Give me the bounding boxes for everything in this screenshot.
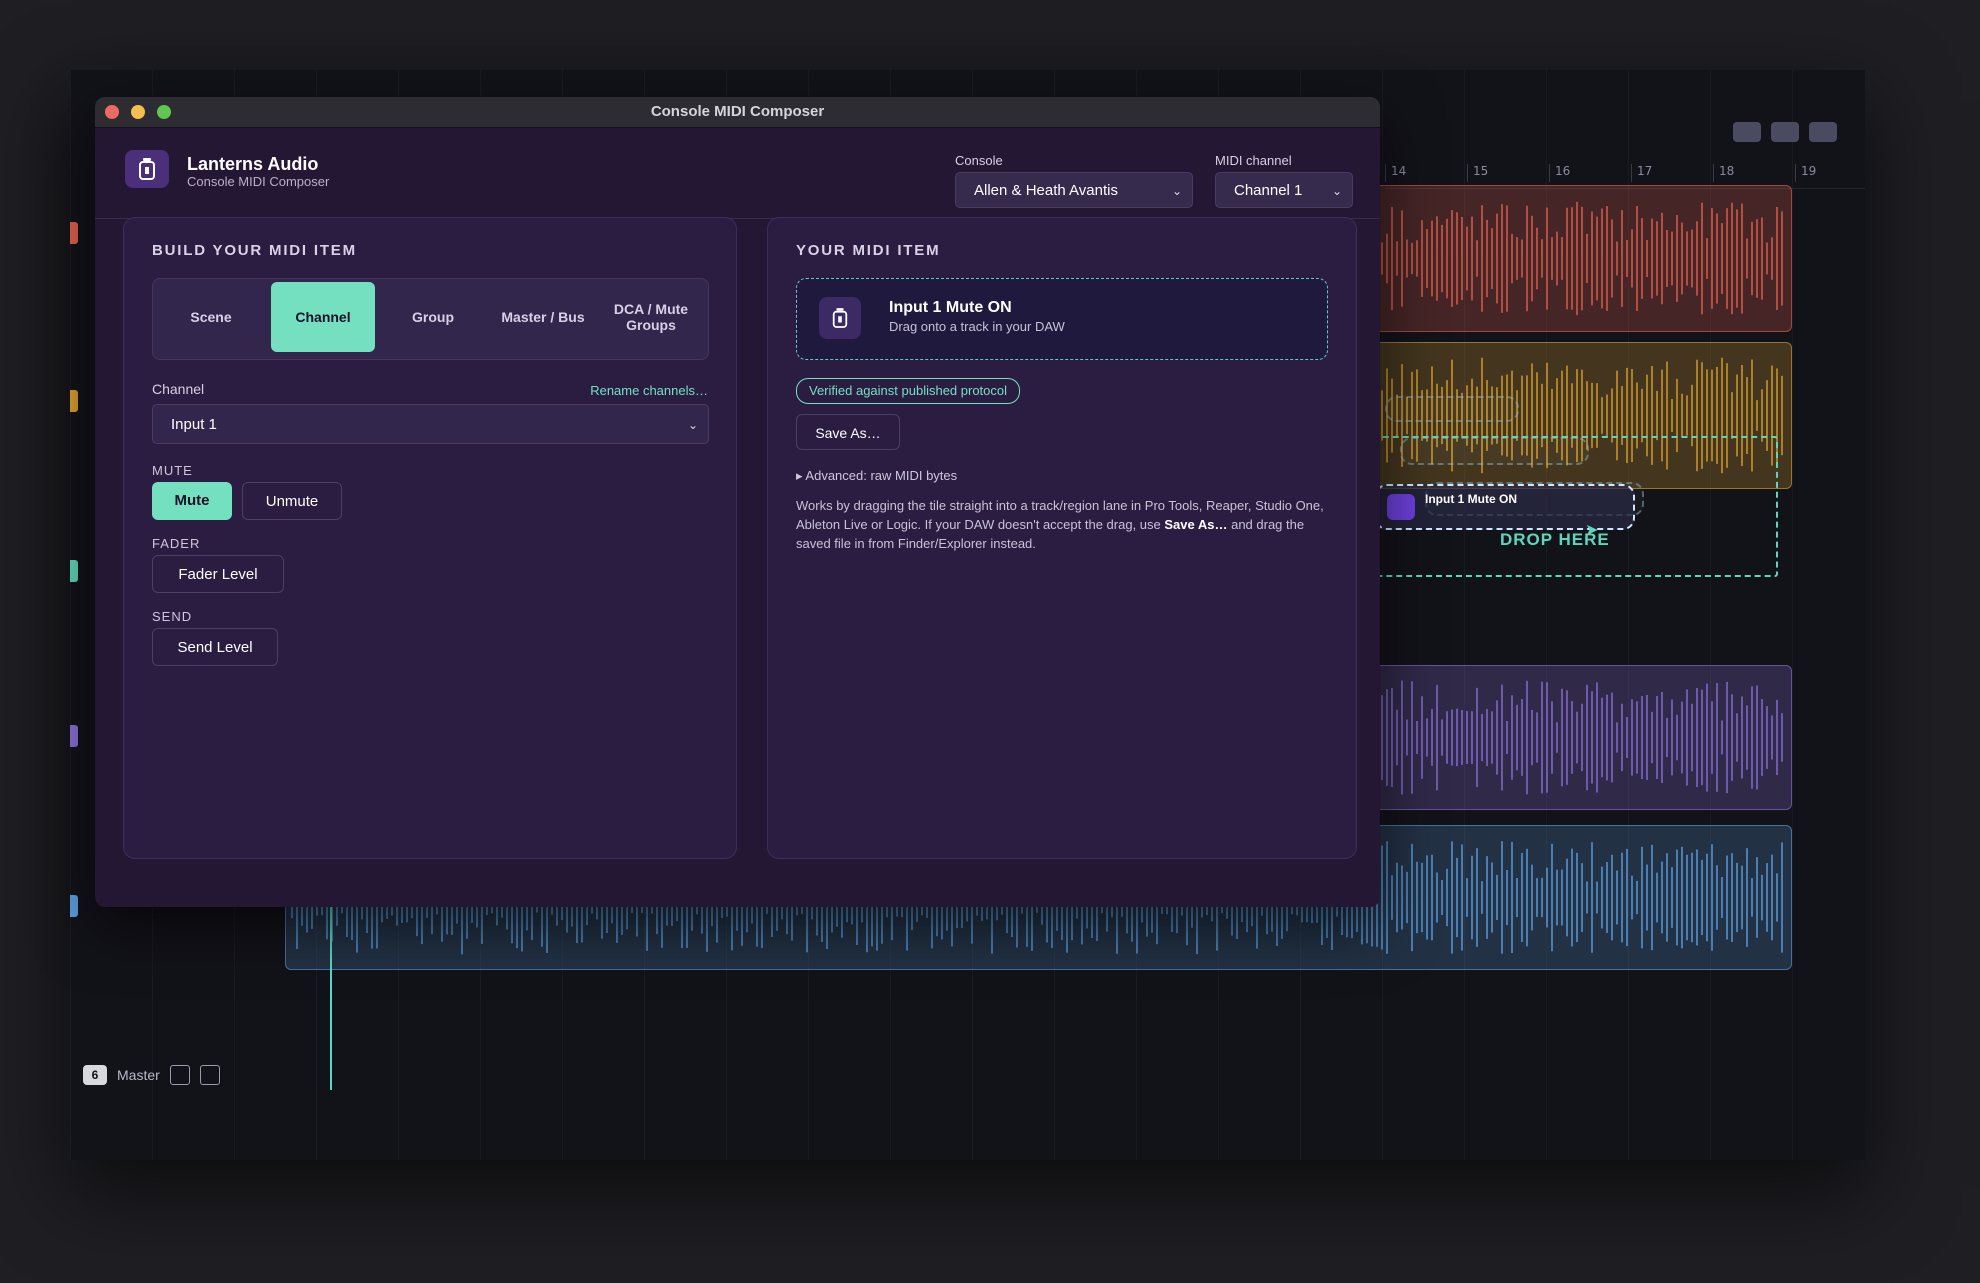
- waveform: [1376, 201, 1783, 316]
- fader-level-button[interactable]: Fader Level: [152, 555, 284, 593]
- daw-tool-button[interactable]: [1809, 122, 1837, 142]
- tile-subtitle: Drag onto a track in your DAW: [889, 319, 1065, 334]
- track-number: 6: [83, 1065, 107, 1085]
- midi-channel-label: MIDI channel: [1215, 153, 1292, 168]
- daw-toolbar: [1733, 122, 1837, 142]
- midi-item-panel: YOUR MIDI ITEM Input 1 Mute ON Drag onto…: [767, 217, 1357, 859]
- midi-tile-icon: [1387, 494, 1415, 520]
- console-value: Allen & Heath Avantis: [974, 182, 1118, 199]
- midi-item-tile[interactable]: Input 1 Mute ON Drag onto a track in you…: [796, 278, 1328, 360]
- chevron-down-icon: ⌄: [1171, 184, 1182, 198]
- tab-master-bus[interactable]: Master / Bus: [493, 282, 593, 352]
- unmute-button[interactable]: Unmute: [242, 482, 342, 520]
- master-track-header: 6 Master: [83, 1065, 220, 1085]
- fader-section-label: FADER: [152, 536, 201, 551]
- tab-dca-mute-groups[interactable]: DCA / Mute Groups: [601, 282, 701, 352]
- daw-tool-button[interactable]: [1771, 122, 1799, 142]
- copy-cursor-icon: ➤: [1585, 522, 1599, 539]
- mute-button[interactable]: Mute: [152, 482, 232, 520]
- advanced-disclosure[interactable]: ▸ Advanced: raw MIDI bytes: [796, 468, 957, 484]
- tile-title: Input 1 Mute ON: [889, 299, 1012, 316]
- track-color-chip: [70, 895, 78, 917]
- save-as-button[interactable]: Save As…: [796, 414, 900, 450]
- console-select[interactable]: Allen & Heath Avantis ⌄: [955, 172, 1193, 208]
- track-color-chip: [70, 725, 78, 747]
- solo-toggle[interactable]: [199, 1065, 220, 1085]
- mute-section-label: MUTE: [152, 463, 193, 478]
- channel-label: Channel: [152, 381, 205, 397]
- category-segmented-control: Scene Channel Group Master / Bus DCA / M…: [152, 278, 709, 360]
- ruler-tick: 17: [1631, 164, 1652, 182]
- verified-badge: Verified against published protocol: [796, 378, 1021, 404]
- chevron-down-icon: ⌄: [687, 418, 698, 432]
- ruler-tick: 18: [1713, 164, 1734, 182]
- mute-toggle[interactable]: [169, 1065, 190, 1085]
- brand-subtitle: Console MIDI Composer: [187, 174, 330, 189]
- ghost-tile-title: Input 1 Mute ON: [1425, 492, 1517, 506]
- track-color-chip: [70, 222, 78, 244]
- build-panel: BUILD YOUR MIDI ITEM Scene Channel Group…: [123, 217, 737, 859]
- titlebar: Console MIDI Composer: [95, 97, 1380, 128]
- app-window: Console MIDI Composer Lanterns Audio Con…: [95, 97, 1380, 907]
- lantern-logo-icon: [125, 150, 169, 188]
- instructions-emphasis: Save As…: [1164, 517, 1228, 532]
- audio-region-purple[interactable]: [1370, 665, 1792, 810]
- channel-value: Input 1: [171, 416, 217, 433]
- send-section-label: SEND: [152, 609, 193, 624]
- drag-trail-ghost: [1385, 396, 1519, 422]
- tab-scene[interactable]: Scene: [161, 282, 261, 352]
- rename-channels-link[interactable]: Rename channels…: [590, 383, 708, 398]
- instructions-text: Works by dragging the tile straight into…: [796, 496, 1341, 553]
- brand-name: Lanterns Audio: [187, 154, 319, 174]
- track-color-chip: [70, 390, 78, 412]
- track-color-chip: [70, 560, 78, 582]
- midi-channel-select[interactable]: Channel 1 ⌄: [1215, 172, 1353, 208]
- midi-item-title: YOUR MIDI ITEM: [796, 242, 941, 259]
- ruler-tick: 16: [1549, 164, 1570, 182]
- ruler-tick: 19: [1795, 164, 1816, 182]
- daw-tool-button[interactable]: [1733, 122, 1761, 142]
- send-level-button[interactable]: Send Level: [152, 628, 278, 666]
- tab-group[interactable]: Group: [383, 282, 483, 352]
- app-header: Lanterns Audio Console MIDI Composer Con…: [95, 128, 1380, 219]
- audio-region-red[interactable]: [1370, 185, 1792, 332]
- chevron-down-icon: ⌄: [1331, 184, 1342, 198]
- lantern-icon: [819, 297, 861, 339]
- window-title: Console MIDI Composer: [650, 103, 825, 120]
- tab-channel[interactable]: Channel: [271, 282, 375, 352]
- console-label: Console: [955, 153, 1003, 168]
- ruler-tick: 15: [1467, 164, 1488, 182]
- waveform: [1376, 680, 1783, 795]
- build-panel-title: BUILD YOUR MIDI ITEM: [152, 242, 357, 259]
- channel-select[interactable]: Input 1 ⌄: [152, 404, 709, 444]
- track-name: Master: [117, 1067, 160, 1083]
- ruler-tick: 14: [1385, 164, 1406, 182]
- midi-channel-value: Channel 1: [1234, 182, 1303, 199]
